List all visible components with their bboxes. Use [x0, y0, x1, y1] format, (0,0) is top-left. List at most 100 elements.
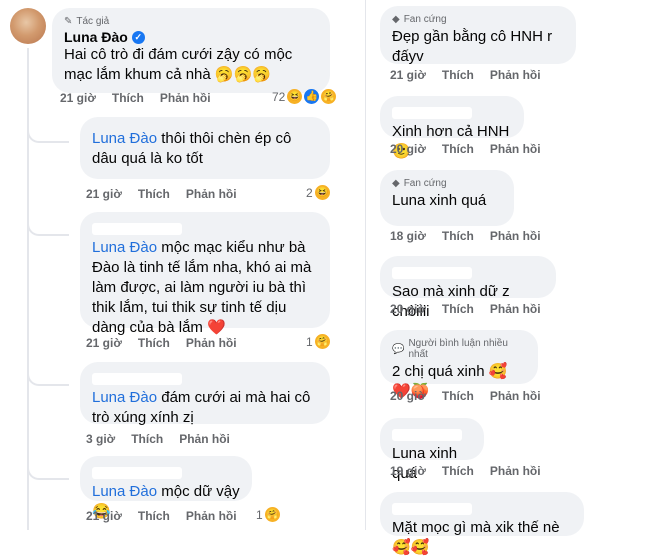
reply-button[interactable]: Phản hồi [186, 336, 237, 350]
reply-button[interactable]: Phản hồi [186, 187, 237, 201]
comment-main: ✎ Tác giả Luna Đào ✓ Hai cô trò đi đám c… [52, 8, 330, 93]
author-name-redacted [392, 106, 472, 119]
like-button[interactable]: Thích [442, 389, 474, 403]
like-button[interactable]: Thích [112, 91, 144, 105]
reply-actions: 21 giờ Thích Phản hồi [86, 509, 237, 523]
badge-label: Fan cứng [403, 14, 447, 25]
reply-item: Luna Đào mộc dữ vậy😂 [80, 456, 252, 520]
mention-link[interactable]: Luna Đào [92, 130, 157, 147]
care-icon: 🤗 [314, 334, 330, 349]
comment-text: Đẹp gần bằng cô HNH r đấyv [392, 28, 553, 65]
like-button[interactable]: Thích [131, 432, 163, 446]
reaction-summary[interactable]: 72 😆 👍 🤗 [272, 89, 337, 104]
author-name-redacted [92, 222, 182, 235]
comment-item: Mặt mọc gì mà xik thế nè🥰🥰 [380, 492, 584, 556]
comment-text: Luna xinh quá [392, 192, 487, 209]
timestamp[interactable]: 21 giờ [60, 91, 96, 105]
like-icon: 👍 [304, 89, 320, 104]
care-icon: 🤗 [321, 89, 337, 104]
panel-divider [365, 0, 366, 530]
comment-actions: 19 giờ Thích Phản hồi [390, 464, 541, 478]
reply-item: Luna Đào thôi thôi chèn ép cô dâu quá là… [80, 117, 330, 179]
comment-item: Sao mà xinh dữ z chòiiii [380, 256, 556, 320]
fan-badge: ◆ Fan cứng [392, 178, 502, 189]
author-name[interactable]: Luna Đào [64, 29, 128, 45]
thread-connector [27, 462, 69, 480]
haha-icon: 😆 [314, 185, 330, 200]
reply-text: Luna Đào đám cưới ai mà hai cô trò xúng … [92, 388, 318, 428]
reply-actions: 21 giờ Thích Phản hồi [86, 187, 237, 201]
reply-item: Luna Đào mộc mạc kiểu như bà Đào là tinh… [80, 212, 330, 336]
comment-item: Xinh hơn cả HNH 🙂 [380, 96, 524, 160]
reply-button[interactable]: Phản hồi [490, 229, 541, 243]
top-commenter-badge: 💬 Người bình luận nhiều nhất [392, 338, 526, 360]
reply-button[interactable]: Phản hồi [179, 432, 230, 446]
comment-actions: 18 giờ Thích Phản hồi [390, 229, 541, 243]
mention-link[interactable]: Luna Đào [92, 389, 157, 406]
reaction-count: 1 [306, 334, 313, 349]
fan-badge: ◆ Fan cứng [392, 14, 564, 25]
reply-button[interactable]: Phản hồi [490, 464, 541, 478]
author-name-redacted [92, 372, 182, 385]
comment-text: Hai cô trò đi đám cưới zậy có mộc mạc lắ… [64, 46, 293, 83]
thread-line [27, 48, 29, 530]
comment-text: Mặt mọc gì mà xik thế nè🥰🥰 [392, 519, 560, 556]
reaction-count: 72 [272, 89, 286, 104]
care-icon: 🤗 [264, 507, 280, 522]
reaction-summary[interactable]: 2 😆 [306, 185, 330, 200]
timestamp[interactable]: 21 giờ [86, 509, 122, 523]
author-name-redacted [392, 502, 472, 515]
mention-link[interactable]: Luna Đào [92, 483, 157, 500]
comment-item: 💬 Người bình luận nhiều nhất 2 chị quá x… [380, 330, 538, 400]
reaction-count: 2 [306, 185, 313, 200]
reaction-summary[interactable]: 1 🤗 [306, 334, 330, 349]
timestamp[interactable]: 21 giờ [390, 68, 426, 82]
thread-connector [27, 125, 69, 143]
timestamp[interactable]: 21 giờ [86, 336, 122, 350]
badge-label: Người bình luận nhiều nhất [408, 338, 508, 360]
reply-button[interactable]: Phản hồi [490, 142, 541, 156]
timestamp[interactable]: 18 giờ [390, 229, 426, 243]
verified-check-icon: ✓ [131, 30, 145, 44]
reaction-summary[interactable]: 1 🤗 [256, 507, 280, 522]
like-button[interactable]: Thích [138, 187, 170, 201]
reply-text: Luna Đào mộc mạc kiểu như bà Đào là tinh… [92, 238, 318, 338]
comment-item: Luna xinh quá [380, 418, 484, 482]
comment-actions: 20 giờ Thích Phản hồi [390, 389, 541, 403]
author-badge: ✎ Tác giả [64, 16, 318, 27]
like-button[interactable]: Thích [138, 336, 170, 350]
comment-actions: 20 giờ Thích Phản hồi [390, 142, 541, 156]
badge-label: Tác giả [76, 16, 110, 27]
pencil-icon: ✎ [64, 16, 73, 27]
like-button[interactable]: Thích [442, 142, 474, 156]
reply-button[interactable]: Phản hồi [490, 389, 541, 403]
like-button[interactable]: Thích [442, 229, 474, 243]
comment-actions: 21 giờ Thích Phản hồi [60, 91, 211, 105]
avatar[interactable] [10, 8, 46, 44]
badge-label: Fan cứng [403, 178, 447, 189]
reply-button[interactable]: Phản hồi [186, 509, 237, 523]
timestamp[interactable]: 21 giờ [86, 187, 122, 201]
reply-button[interactable]: Phản hồi [490, 68, 541, 82]
reply-button[interactable]: Phản hồi [490, 302, 541, 316]
like-button[interactable]: Thích [138, 509, 170, 523]
timestamp[interactable]: 3 giờ [86, 432, 115, 446]
timestamp[interactable]: 20 giờ [390, 142, 426, 156]
timestamp[interactable]: 20 giờ [390, 302, 426, 316]
reply-text: Luna Đào thôi thôi chèn ép cô dâu quá là… [92, 129, 318, 169]
thread-connector [27, 368, 69, 386]
timestamp[interactable]: 19 giờ [390, 464, 426, 478]
comment-actions: 21 giờ Thích Phản hồi [390, 68, 541, 82]
timestamp[interactable]: 20 giờ [390, 389, 426, 403]
chat-bubble-icon: 💬 [392, 343, 405, 355]
like-button[interactable]: Thích [442, 68, 474, 82]
reply-button[interactable]: Phản hồi [160, 91, 211, 105]
author-name-redacted [392, 266, 472, 279]
author-row: Luna Đào ✓ [64, 29, 318, 45]
comment-item: ◆ Fan cứng Đẹp gần bằng cô HNH r đấyv [380, 6, 576, 65]
like-button[interactable]: Thích [442, 464, 474, 478]
like-button[interactable]: Thích [442, 302, 474, 316]
author-name-redacted [92, 466, 182, 479]
reply-actions: 3 giờ Thích Phản hồi [86, 432, 230, 446]
mention-link[interactable]: Luna Đào [92, 239, 157, 256]
